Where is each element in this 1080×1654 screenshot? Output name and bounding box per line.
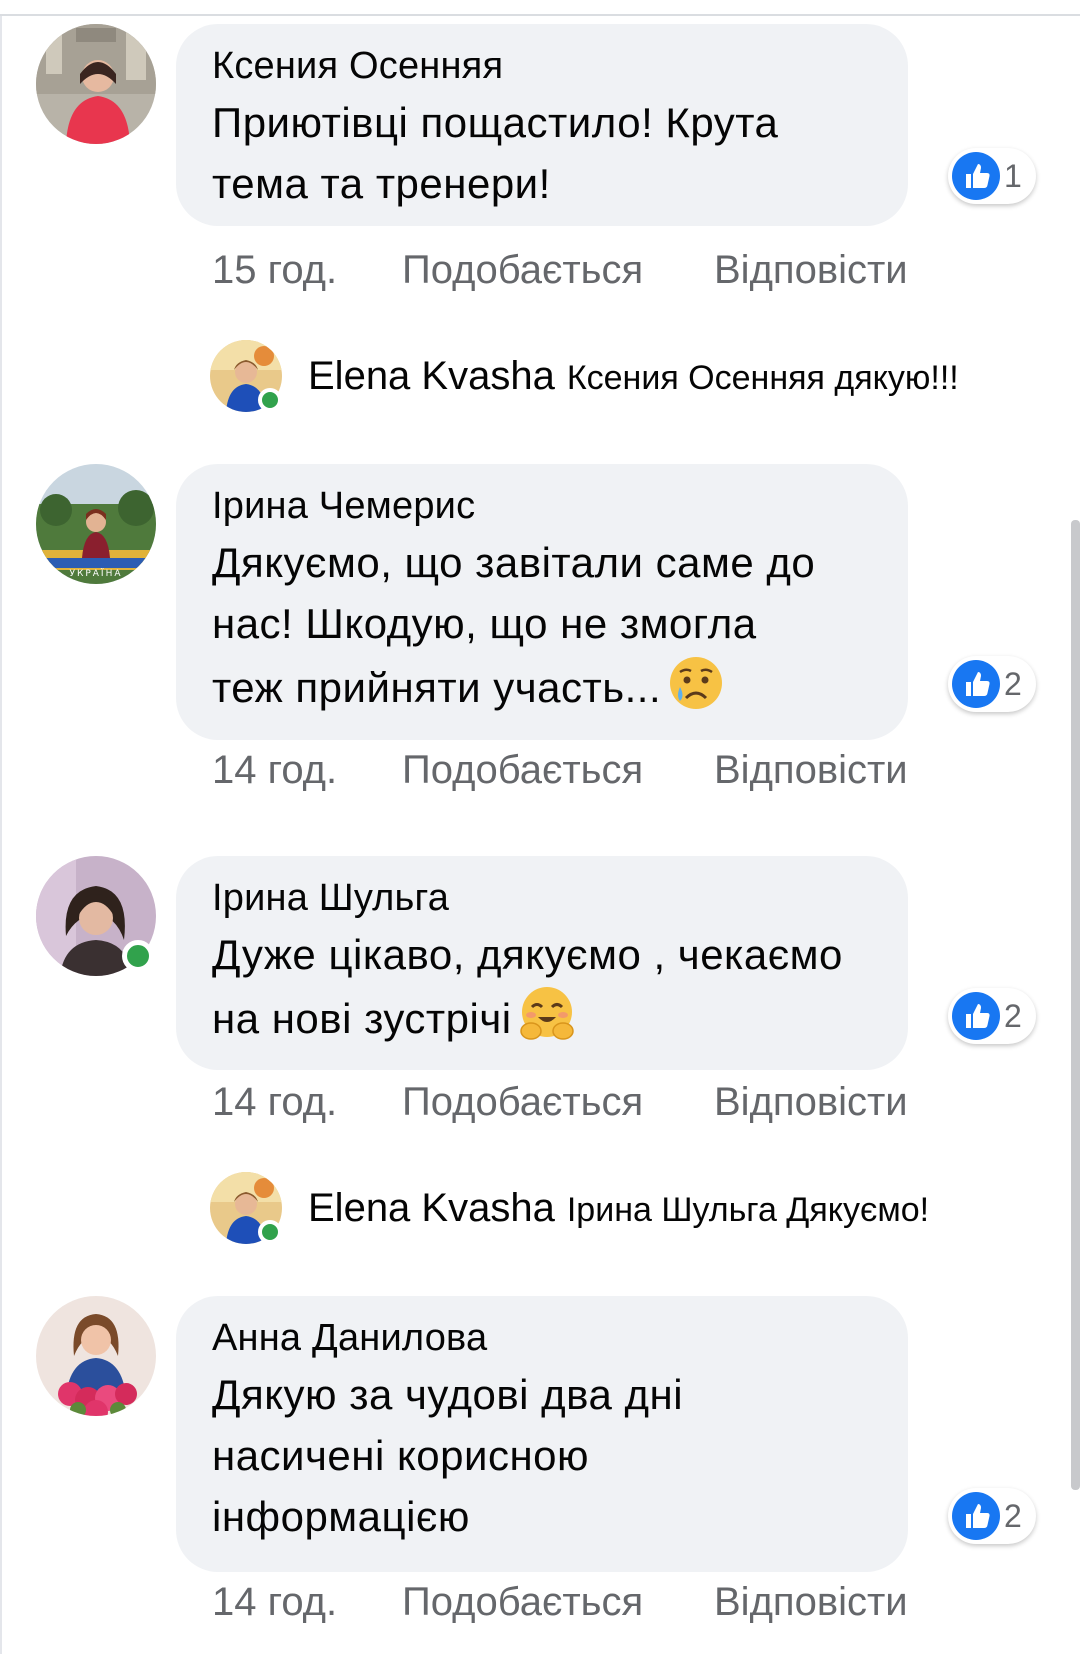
reply-author[interactable]: Elena Kvasha [308, 354, 555, 398]
like-icon [952, 152, 1000, 200]
comment-text-line: Дуже цікаво, дякуємо , чекаємо [212, 931, 843, 978]
sad-tear-emoji [670, 657, 723, 709]
avatar[interactable] [36, 24, 156, 144]
reaction-summary[interactable]: 2 [948, 988, 1036, 1044]
comment-text-line: на нові зустрічі [212, 995, 512, 1042]
comment-text-line-with-emoji: теж прийняти участь... [212, 654, 872, 718]
reaction-count: 2 [1004, 1498, 1022, 1534]
avatar[interactable] [36, 1296, 156, 1416]
reply-content: Elena Kvasha Ірина Шульга Дякуємо! [308, 1180, 929, 1245]
reaction-summary[interactable]: 2 [948, 656, 1036, 712]
reply: Elena Kvasha Ірина Шульга Дякуємо! [0, 1172, 1080, 1252]
reply-button[interactable]: Відповісти [714, 246, 908, 294]
like-icon [952, 1492, 1000, 1540]
comment-author[interactable]: Ірина Чемерис [212, 480, 872, 532]
reply-author[interactable]: Elena Kvasha [308, 1186, 555, 1230]
comment-timestamp[interactable]: 15 год. [212, 246, 402, 294]
like-icon [952, 992, 1000, 1040]
comment-actions: 15 год. Подобається Відповісти [212, 246, 908, 294]
comment-text-line: нас! Шкодую, що не змогла [212, 600, 757, 647]
reply-button[interactable]: Відповісти [714, 1578, 908, 1626]
reply-button[interactable]: Відповісти [714, 746, 908, 794]
avatar-photo [36, 1296, 156, 1416]
online-status-indicator [258, 388, 282, 412]
comment-author[interactable]: Ірина Шульга [212, 872, 872, 924]
comment-text-line: Дякую за чудові два дні [212, 1371, 684, 1418]
comment-bubble[interactable]: Ірина Шульга Дуже цікаво, дякуємо , чека… [176, 856, 908, 1070]
comment-text-line: Дякуємо, що завітали саме до [212, 539, 816, 586]
top-divider [0, 0, 1080, 16]
svg-text:УКРАЇНА: УКРАЇНА [69, 568, 122, 579]
like-icon [952, 660, 1000, 708]
comment-text-line: Приютівці пощастило! Крута [212, 99, 779, 146]
reply-content: Elena Kvasha Ксения Осенняя дякую!!! [308, 348, 959, 413]
like-button[interactable]: Подобається [402, 1578, 714, 1626]
online-status-indicator [258, 1220, 282, 1244]
hugging-emoji [519, 987, 574, 1040]
avatar-photo [36, 24, 156, 144]
comment-author[interactable]: Анна Данилова [212, 1312, 872, 1364]
reply-text: Ірина Шульга Дякуємо! [566, 1191, 930, 1229]
reaction-summary[interactable]: 2 [948, 1488, 1036, 1544]
online-status-indicator [122, 940, 154, 972]
comment-text-line: теж прийняти участь... [212, 664, 662, 711]
comment-timestamp[interactable]: 14 год. [212, 1078, 402, 1126]
avatar-photo: УКРАЇНА [36, 464, 156, 584]
like-button[interactable]: Подобається [402, 746, 714, 794]
reply-text: Ксения Осенняя дякую!!! [566, 359, 959, 397]
comment-text-line-with-emoji: на нові зустрічі [212, 985, 872, 1049]
comment-bubble[interactable]: Анна Данилова Дякую за чудові два дні на… [176, 1296, 908, 1572]
comment-actions: 14 год. Подобається Відповісти [212, 1078, 908, 1126]
reaction-summary[interactable]: 1 [948, 148, 1036, 204]
reaction-count: 2 [1004, 998, 1022, 1034]
comment-text-line: інформацією [212, 1493, 470, 1540]
like-button[interactable]: Подобається [402, 1078, 714, 1126]
comment-timestamp[interactable]: 14 год. [212, 746, 402, 794]
comment-author[interactable]: Ксения Осенняя [212, 40, 872, 92]
comment-bubble[interactable]: Ксения Осенняя Приютівці пощастило! Крут… [176, 24, 908, 226]
scrollbar[interactable] [1071, 520, 1080, 1490]
comment-actions: 14 год. Подобається Відповісти [212, 746, 908, 794]
comment-actions: 14 год. Подобається Відповісти [212, 1578, 908, 1626]
comment-text-line: тема та тренери! [212, 160, 551, 207]
comment-timestamp[interactable]: 14 год. [212, 1578, 402, 1626]
reply-button[interactable]: Відповісти [714, 1078, 908, 1126]
like-button[interactable]: Подобається [402, 246, 714, 294]
reaction-count: 2 [1004, 666, 1022, 702]
left-divider [0, 16, 2, 1654]
comment-bubble[interactable]: Ірина Чемерис Дякуємо, що завітали саме … [176, 464, 908, 740]
avatar[interactable]: УКРАЇНА [36, 464, 156, 584]
reaction-count: 1 [1004, 158, 1022, 194]
comment-text-line: насичені корисною [212, 1432, 590, 1479]
reply: Elena Kvasha Ксения Осенняя дякую!!! [0, 340, 1080, 420]
